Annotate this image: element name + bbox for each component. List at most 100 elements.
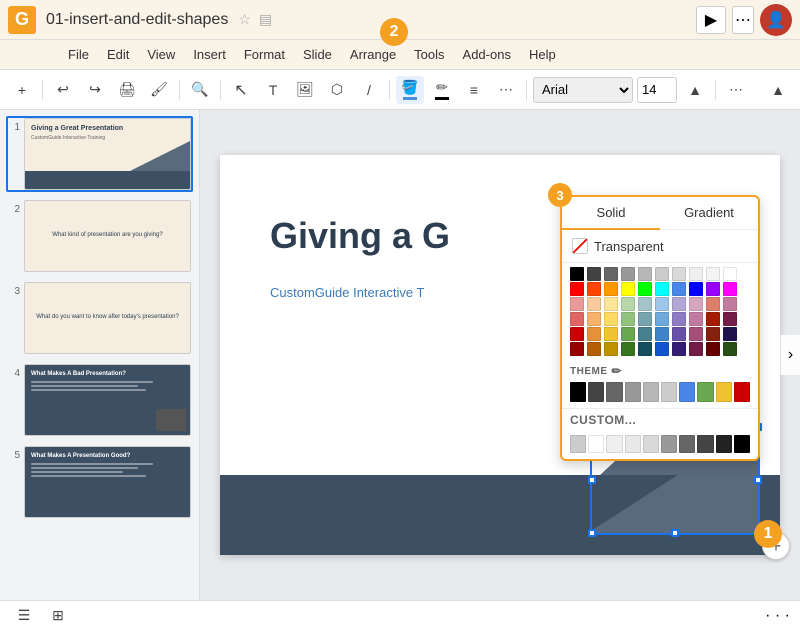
line-button[interactable]: /: [355, 76, 383, 104]
color-cell[interactable]: [672, 312, 686, 326]
color-cell[interactable]: [689, 297, 703, 311]
color-cell[interactable]: [570, 312, 584, 326]
theme-color-cell[interactable]: [679, 382, 695, 402]
resize-handle-mr[interactable]: [754, 476, 762, 484]
color-cell[interactable]: [638, 327, 652, 341]
border-weight-button[interactable]: ≡: [460, 76, 488, 104]
slide-thumbnail-2[interactable]: 2 What kind of presentation are you givi…: [6, 198, 193, 274]
color-cell[interactable]: [638, 312, 652, 326]
color-cell[interactable]: [672, 282, 686, 296]
font-selector[interactable]: Arial: [533, 77, 633, 103]
undo-button[interactable]: ↩: [49, 76, 77, 104]
color-cell[interactable]: [604, 297, 618, 311]
text-button[interactable]: T: [259, 76, 287, 104]
theme-color-cell[interactable]: [643, 382, 659, 402]
color-cell[interactable]: [621, 297, 635, 311]
add-button[interactable]: +: [8, 76, 36, 104]
color-cell[interactable]: [621, 327, 635, 341]
color-cell[interactable]: [723, 267, 737, 281]
color-cell[interactable]: [604, 312, 618, 326]
color-cell[interactable]: [570, 282, 584, 296]
color-cell[interactable]: [723, 282, 737, 296]
color-cell[interactable]: [587, 267, 601, 281]
color-cell[interactable]: [689, 282, 703, 296]
menu-addons[interactable]: Add-ons: [455, 43, 519, 66]
color-cell[interactable]: [655, 282, 669, 296]
color-cell[interactable]: [638, 282, 652, 296]
theme-color-cell[interactable]: [661, 382, 677, 402]
color-cell[interactable]: [638, 267, 652, 281]
menu-edit[interactable]: Edit: [99, 43, 137, 66]
folder-icon[interactable]: ▤: [259, 11, 272, 28]
theme-color-cell[interactable]: [625, 382, 641, 402]
color-cell[interactable]: [570, 297, 584, 311]
color-cell[interactable]: [587, 282, 601, 296]
color-cell[interactable]: [706, 312, 720, 326]
present-button[interactable]: ▶: [696, 6, 726, 34]
paint-format-button[interactable]: 🖌: [145, 76, 173, 104]
menu-file[interactable]: File: [60, 43, 97, 66]
color-cell[interactable]: [604, 282, 618, 296]
color-cell[interactable]: [672, 297, 686, 311]
color-cell[interactable]: [689, 312, 703, 326]
image-button[interactable]: 🖼: [291, 76, 319, 104]
custom-color-cell[interactable]: [606, 435, 622, 453]
slide-thumbnail-3[interactable]: 3 What do you want to know after today's…: [6, 280, 193, 356]
tab-gradient[interactable]: Gradient: [660, 197, 758, 229]
color-cell[interactable]: [689, 267, 703, 281]
color-cell[interactable]: [655, 327, 669, 341]
color-cell[interactable]: [689, 342, 703, 356]
fill-color-button[interactable]: 🪣: [396, 76, 424, 104]
slide-thumbnail-5[interactable]: 5 What Makes A Presentation Good?: [6, 444, 193, 520]
color-cell[interactable]: [689, 327, 703, 341]
resize-handle-bc[interactable]: [671, 529, 679, 537]
custom-color-cell[interactable]: [588, 435, 604, 453]
color-cell[interactable]: [587, 297, 601, 311]
color-cell[interactable]: [723, 342, 737, 356]
color-cell[interactable]: [570, 342, 584, 356]
theme-color-cell[interactable]: [716, 382, 732, 402]
custom-color-cell[interactable]: [570, 435, 586, 453]
color-cell[interactable]: [706, 297, 720, 311]
menu-arrange[interactable]: Arrange: [342, 43, 404, 66]
color-cell[interactable]: [621, 342, 635, 356]
grid-view-button[interactable]: ⊞: [44, 602, 72, 630]
transparent-option[interactable]: Transparent: [562, 230, 758, 263]
custom-color-cell[interactable]: [734, 435, 750, 453]
tab-solid[interactable]: Solid: [562, 197, 660, 230]
theme-color-cell[interactable]: [734, 382, 750, 402]
color-cell[interactable]: [587, 312, 601, 326]
menu-view[interactable]: View: [139, 43, 183, 66]
more-button[interactable]: ⋯: [732, 6, 754, 34]
slide-thumbnail-4[interactable]: 4 What Makes A Bad Presentation?: [6, 362, 193, 438]
color-cell[interactable]: [604, 267, 618, 281]
color-cell[interactable]: [570, 267, 584, 281]
resize-handle-ml[interactable]: [588, 476, 596, 484]
color-cell[interactable]: [604, 327, 618, 341]
color-cell[interactable]: [706, 342, 720, 356]
color-cell[interactable]: [638, 342, 652, 356]
menu-slide[interactable]: Slide: [295, 43, 340, 66]
resize-handle-bl[interactable]: [588, 529, 596, 537]
custom-color-cell[interactable]: [679, 435, 695, 453]
color-cell[interactable]: [655, 342, 669, 356]
color-cell[interactable]: [621, 282, 635, 296]
menu-insert[interactable]: Insert: [185, 43, 234, 66]
custom-color-cell[interactable]: [661, 435, 677, 453]
color-cell[interactable]: [706, 327, 720, 341]
color-cell[interactable]: [655, 312, 669, 326]
menu-help[interactable]: Help: [521, 43, 564, 66]
collapse-button[interactable]: ▲: [764, 76, 792, 104]
zoom-button[interactable]: 🔍: [186, 76, 214, 104]
theme-color-cell[interactable]: [606, 382, 622, 402]
font-size-up[interactable]: ▲: [681, 76, 709, 104]
color-cell[interactable]: [672, 342, 686, 356]
color-cell[interactable]: [621, 267, 635, 281]
color-cell[interactable]: [570, 327, 584, 341]
color-cell[interactable]: [638, 297, 652, 311]
theme-color-cell[interactable]: [588, 382, 604, 402]
menu-format[interactable]: Format: [236, 43, 293, 66]
color-cell[interactable]: [587, 327, 601, 341]
print-button[interactable]: 🖨: [113, 76, 141, 104]
custom-color-cell[interactable]: [697, 435, 713, 453]
